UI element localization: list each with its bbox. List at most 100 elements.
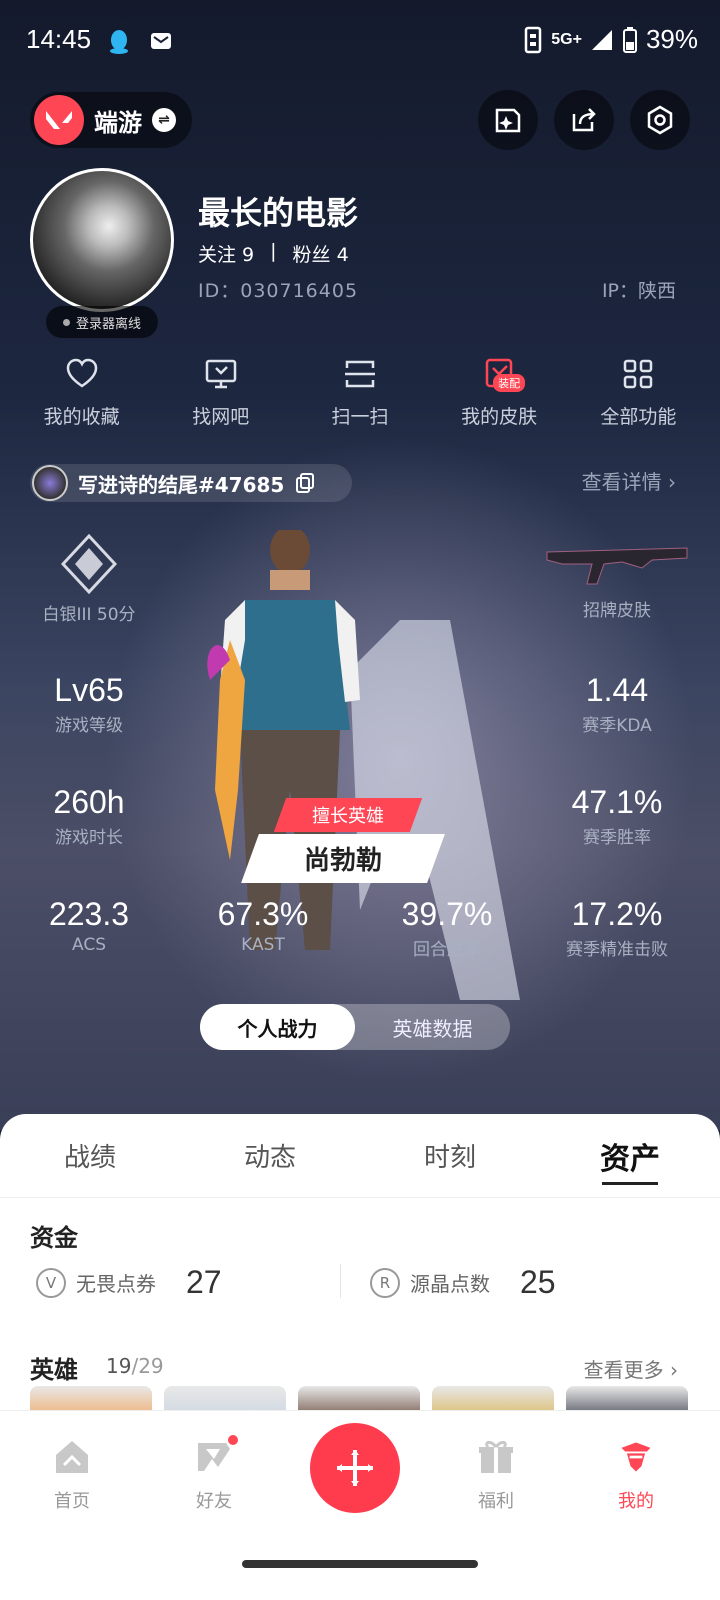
equip-badge: 装配: [493, 374, 526, 392]
kast-value: 67.3%: [217, 896, 309, 932]
heroes-count: 19/29: [106, 1354, 164, 1378]
user-id: ID：030716405: [198, 280, 359, 302]
game-name: 端游: [94, 108, 142, 137]
game-account-tag[interactable]: 写进诗的结尾#47685: [30, 464, 352, 502]
func-label: 我的皮肤: [461, 406, 538, 428]
riot-id: 写进诗的结尾#47685: [78, 472, 285, 497]
grid-icon: [624, 359, 653, 389]
tab-moments[interactable]: 时刻: [360, 1114, 540, 1197]
nav-home[interactable]: 首页: [22, 1437, 122, 1513]
winrate-stat: 47.1% 赛季胜率: [532, 784, 702, 848]
toggle-hero-data[interactable]: 英雄数据: [355, 1004, 510, 1050]
player-card-avatar: [32, 465, 68, 501]
rp-value: 25: [520, 1264, 556, 1300]
playtime-stat: 260h 游戏时长: [4, 784, 174, 848]
best-hero-name: 尚勃勒: [241, 834, 445, 883]
func-scan[interactable]: 扫一扫: [300, 356, 420, 429]
sparkle-edit-icon: [495, 108, 521, 133]
battery-icon: [622, 26, 637, 53]
vibrate-icon: [525, 26, 542, 53]
signature-skin[interactable]: 招牌皮肤: [532, 540, 702, 621]
share-icon: [572, 108, 596, 132]
mine-agent-icon: [616, 1437, 656, 1477]
level-value: Lv65: [54, 672, 124, 708]
func-all[interactable]: 全部功能: [578, 356, 698, 429]
friends-icon: [194, 1433, 240, 1477]
home-indicator[interactable]: [242, 1560, 478, 1568]
nav-mine[interactable]: 我的: [586, 1437, 686, 1513]
bottom-navigation: 首页 好友 福利 我的: [0, 1410, 720, 1600]
rank-label: 白银III 50分: [42, 605, 136, 625]
toggle-personal-power[interactable]: 个人战力: [200, 1004, 355, 1050]
winrate-label: 赛季胜率: [583, 828, 651, 848]
nav-friends[interactable]: 好友: [164, 1433, 264, 1513]
tab-underline: [602, 1182, 658, 1185]
tab-feed[interactable]: 动态: [180, 1114, 360, 1197]
switch-icon: ⇌: [152, 108, 176, 132]
func-label: 找网吧: [192, 406, 250, 428]
headshot-value: 17.2%: [571, 896, 663, 932]
copy-icon[interactable]: [294, 472, 316, 494]
vp-label: 无畏点券: [76, 1272, 156, 1296]
func-label: 扫一扫: [331, 406, 389, 428]
following-count[interactable]: 关注 9: [198, 240, 254, 267]
heroes-title: 英雄: [30, 1356, 78, 1384]
game-switcher[interactable]: 端游 ⇌: [30, 92, 192, 148]
best-hero-banner: 擅长英雄 尚勃勒: [241, 798, 445, 883]
winrate-value: 47.1%: [571, 784, 663, 820]
heart-icon: [66, 358, 97, 388]
valorant-logo-icon: [34, 95, 84, 145]
avatar[interactable]: [30, 168, 174, 312]
kda-stat: 1.44 赛季KDA: [532, 672, 702, 736]
view-details-link[interactable]: 查看详情 ›: [582, 466, 676, 495]
hexagon-settings-icon: [647, 105, 673, 135]
quick-functions: 我的收藏 找网吧 扫一扫 装配 我的皮肤 全部功能: [0, 356, 720, 429]
func-label: 我的收藏: [43, 406, 120, 428]
kda-value: 1.44: [585, 672, 649, 708]
func-internet-cafe[interactable]: 找网吧: [161, 356, 281, 429]
level-label: 游戏等级: [55, 716, 123, 736]
headshot-label: 赛季精准击败: [566, 940, 668, 960]
settings-button[interactable]: [630, 90, 690, 150]
mail-icon: [151, 33, 171, 49]
follow-separator: |: [270, 240, 277, 262]
launcher-status-pill: 登录器离线: [46, 306, 158, 338]
valorant-points: V 无畏点券 27: [36, 1264, 222, 1301]
share-button[interactable]: [554, 90, 614, 150]
round-winrate-label: 回合胜率: [413, 940, 481, 960]
fans-count[interactable]: 粉丝 4: [293, 240, 349, 267]
ip-location: IP：陕西: [601, 280, 676, 302]
qq-icon: [110, 30, 128, 54]
rank-stat[interactable]: 白银III 50分: [4, 533, 174, 625]
sparkle-edit-button[interactable]: [478, 90, 538, 150]
level-stat: Lv65 游戏等级: [4, 672, 174, 736]
follow-stats: 关注 9 | 粉丝 4: [198, 240, 349, 267]
tab-assets[interactable]: 资产: [540, 1114, 720, 1197]
tab-match-history[interactable]: 战绩: [0, 1114, 180, 1197]
rp-label: 源晶点数: [410, 1272, 490, 1296]
chevron-right-icon: ›: [670, 1358, 678, 1382]
func-label: 全部功能: [600, 406, 677, 428]
heroes-owned: 19: [106, 1354, 132, 1378]
stats-mode-toggle: 个人战力 英雄数据: [200, 1004, 510, 1050]
signature-skin-label: 招牌皮肤: [583, 601, 651, 621]
kda-label: 赛季KDA: [582, 716, 652, 736]
func-my-skins[interactable]: 装配 我的皮肤: [439, 356, 559, 429]
nav-mine-label: 我的: [618, 1491, 654, 1512]
vp-value: 27: [186, 1264, 222, 1300]
func-favorites[interactable]: 我的收藏: [22, 356, 142, 429]
create-button[interactable]: [310, 1423, 400, 1513]
status-bar: 14:45 5G+ 39%: [0, 0, 720, 80]
view-details-label: 查看详情: [581, 470, 662, 494]
view-more-link[interactable]: 查看更多 ›: [584, 1354, 678, 1383]
playtime-label: 游戏时长: [55, 828, 123, 848]
heroes-total: /29: [131, 1354, 164, 1378]
headshot-stat: 17.2% 赛季精准击败: [532, 896, 702, 960]
top-actions: [478, 90, 690, 150]
best-hero-label: 擅长英雄: [273, 798, 423, 832]
nav-welfare[interactable]: 福利: [446, 1437, 546, 1513]
nav-friends-label: 好友: [196, 1491, 232, 1512]
kast-stat: 67.3% KAST: [178, 896, 348, 955]
launcher-status-text: 登录器离线: [75, 316, 141, 332]
kast-label: KAST: [241, 935, 285, 955]
